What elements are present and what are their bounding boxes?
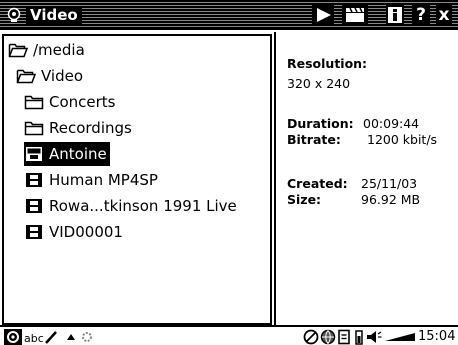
clock: 15:04 xyxy=(418,329,456,344)
list-item-label: Antoine xyxy=(49,145,107,163)
play-icon xyxy=(317,8,331,22)
bitrate-value: 1200 kbit/s xyxy=(367,132,438,147)
film-icon xyxy=(26,173,42,187)
folder-open-icon xyxy=(16,69,36,84)
list-item-label: Video xyxy=(41,67,84,85)
clapperboard-icon xyxy=(346,7,364,22)
list-item[interactable]: Concerts xyxy=(24,90,119,114)
help-button[interactable]: ? xyxy=(412,5,430,25)
list-item[interactable]: Video xyxy=(16,64,86,88)
volume-level-icon xyxy=(385,333,415,341)
resolution-value: 320 x 240 xyxy=(287,76,351,91)
window-title: Video xyxy=(26,6,82,24)
bitrate-label: Bitrate: xyxy=(287,132,341,147)
duration-label: Duration: xyxy=(287,116,354,131)
info-button[interactable] xyxy=(386,5,404,25)
film-icon xyxy=(26,199,42,213)
list-item-selected[interactable]: Antoine xyxy=(24,142,110,166)
speaker-icon xyxy=(367,331,382,343)
globe-icon xyxy=(320,329,336,345)
play-button[interactable] xyxy=(312,5,334,25)
resolution-label: Resolution: xyxy=(287,56,368,71)
title-bar: Video ? x xyxy=(0,0,458,30)
info-icon xyxy=(388,7,402,23)
file-list[interactable]: /media Video Concerts Recordings Antoine xyxy=(2,34,272,325)
pencil-icon[interactable] xyxy=(44,329,58,345)
list-item[interactable]: Human MP4SP xyxy=(24,168,161,192)
no-signal-icon xyxy=(303,329,319,345)
pane-divider xyxy=(274,32,276,325)
menu-icon[interactable] xyxy=(4,329,22,345)
app-icon xyxy=(7,7,21,22)
list-item-label: Human MP4SP xyxy=(49,171,158,189)
list-item[interactable]: Recordings xyxy=(24,116,135,140)
folder-icon xyxy=(24,121,44,136)
folder-icon xyxy=(24,95,44,110)
folder-open-icon xyxy=(8,43,28,58)
battery-icon xyxy=(355,330,363,345)
list-item[interactable]: VID00001 xyxy=(24,220,126,244)
clapper-button[interactable] xyxy=(342,5,368,25)
film-icon xyxy=(26,225,42,239)
arrow-up-icon[interactable] xyxy=(66,329,76,345)
list-item-label: Rowa...tkinson 1991 Live xyxy=(49,197,237,215)
list-item[interactable]: Rowa...tkinson 1991 Live xyxy=(24,194,240,218)
created-value: 25/11/03 xyxy=(361,176,418,191)
list-item-label: Concerts xyxy=(49,93,116,111)
input-mode-label[interactable]: abc xyxy=(24,331,44,345)
list-item-label: /media xyxy=(33,41,85,59)
created-label: Created: xyxy=(287,176,348,191)
size-value: 96.92 MB xyxy=(361,192,421,207)
list-item-label: Recordings xyxy=(49,119,132,137)
list-item[interactable]: /media xyxy=(8,38,88,62)
list-item-label: VID00001 xyxy=(49,223,123,241)
status-bar: abc 15:04 xyxy=(0,325,458,345)
duration-value: 00:09:44 xyxy=(363,116,420,131)
document-icon xyxy=(338,329,350,345)
size-label: Size: xyxy=(287,192,322,207)
close-button[interactable]: x xyxy=(436,5,452,25)
film-icon xyxy=(26,147,42,161)
keyboard-settings-icon[interactable] xyxy=(80,329,94,345)
